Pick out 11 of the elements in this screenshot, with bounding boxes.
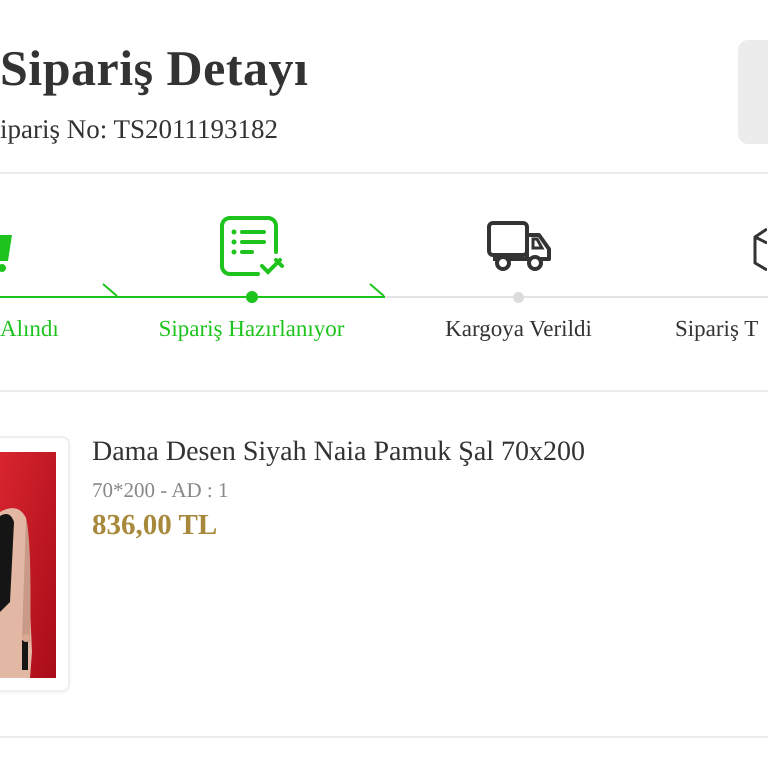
product-name: Dama Desen Siyah Naia Pamuk Şal 70x200 [92, 436, 586, 468]
step-label: Kargoya Verildi [445, 316, 592, 342]
step-label: Sipariş T [674, 316, 758, 342]
checklist-icon [218, 216, 286, 278]
order-number: ipariş No: TS2011193182 [0, 114, 280, 145]
product-price: 836,00 TL [92, 509, 218, 542]
product-variant: 70*200 - AD : 1 [92, 478, 230, 503]
page-title: Sipariş Detayı [0, 39, 308, 98]
step-label: Sipariş Hazırlanıyor [158, 316, 344, 342]
step-label: Alındı [0, 316, 59, 342]
truck-icon [486, 221, 550, 273]
